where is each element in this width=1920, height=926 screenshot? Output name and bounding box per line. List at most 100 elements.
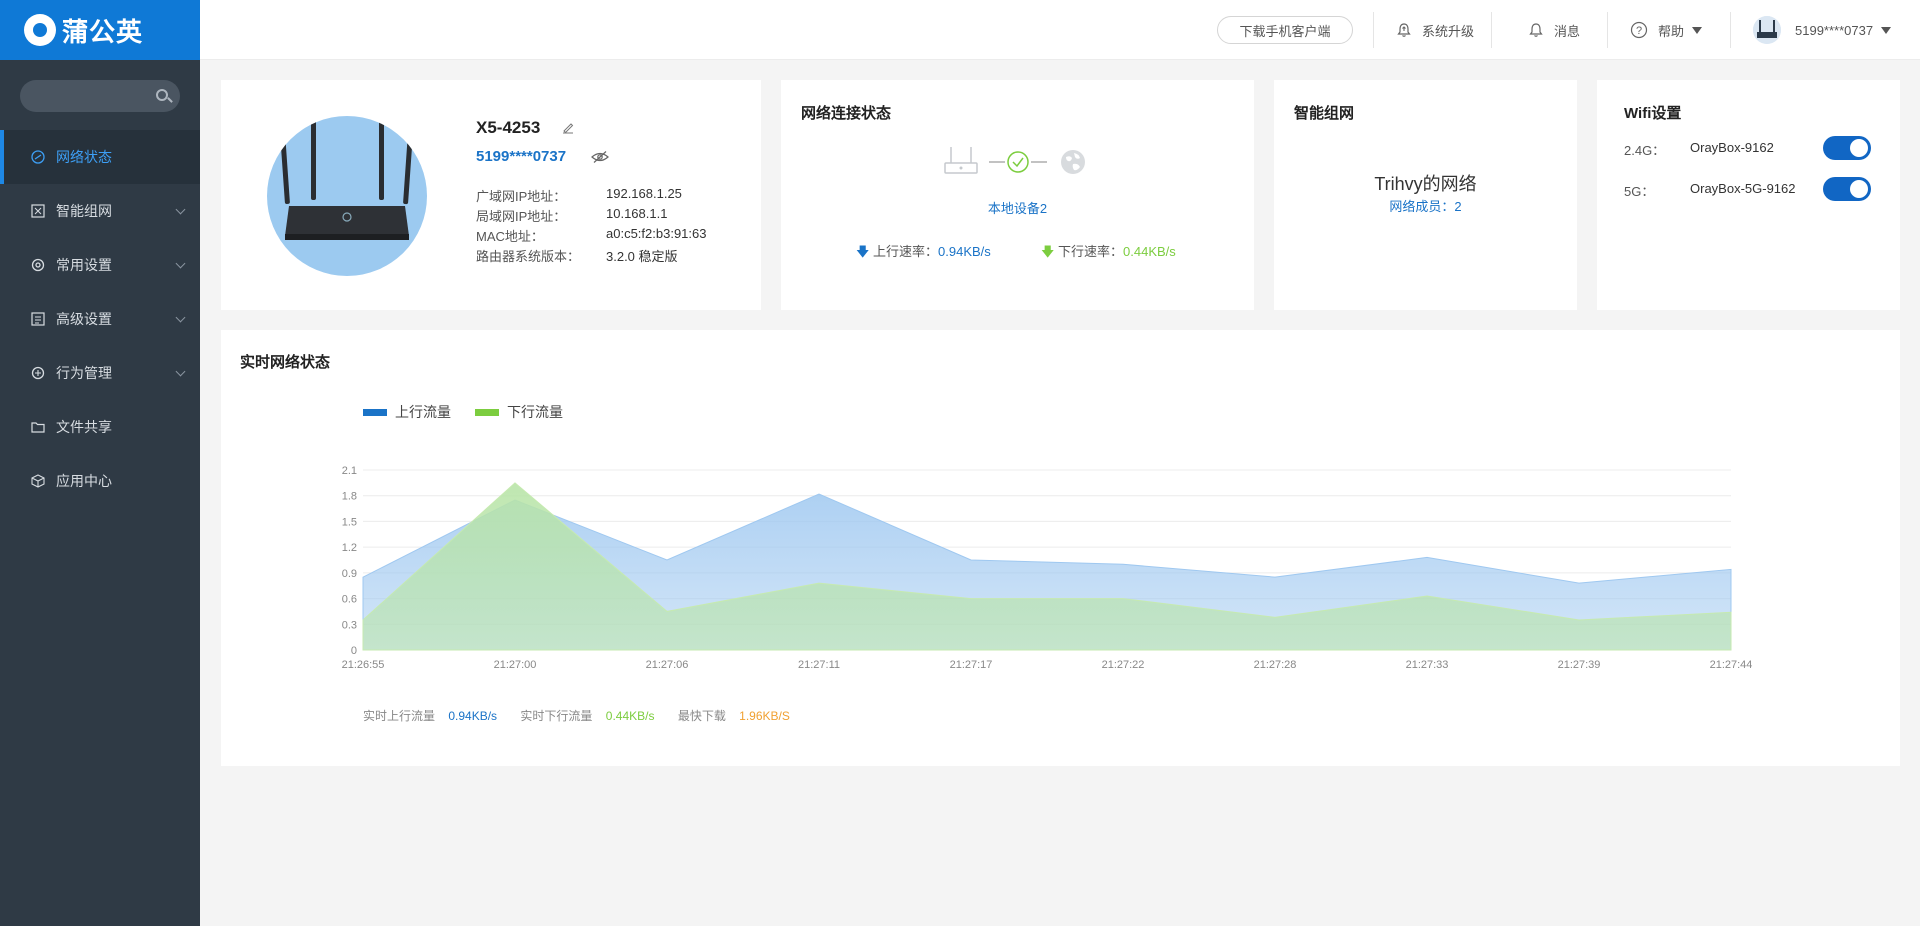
- local-devices-link[interactable]: 本地设备2: [781, 198, 1254, 217]
- card-title: 网络连接状态: [801, 105, 892, 122]
- sidebar-item-4[interactable]: 行为管理: [0, 346, 200, 400]
- globe-icon: [1061, 150, 1085, 174]
- help-icon: ?: [1630, 21, 1648, 39]
- gear-icon: [30, 257, 46, 273]
- y-tick-label: 0: [351, 645, 357, 657]
- info-value: 192.168.1.25: [606, 186, 682, 201]
- help-menu[interactable]: ? 帮助: [1630, 0, 1703, 60]
- router-device-icon: [944, 147, 978, 174]
- x-tick-label: 21:27:28: [1254, 659, 1297, 671]
- download-app-button[interactable]: 下载手机客户端: [1217, 16, 1353, 44]
- info-label: 路由器系统版本：: [476, 249, 581, 264]
- dandelion-logo-icon: [24, 14, 56, 46]
- wifi-band-label: 5G：: [1624, 184, 1655, 199]
- device-info-row: MAC地址： a0:c5:f2:b3:91:63: [476, 226, 706, 245]
- y-tick-label: 0.6: [342, 594, 357, 606]
- network-name: Trihvy的网络: [1374, 174, 1477, 194]
- device-info-row: 广域网IP地址： 192.168.1.25: [476, 186, 682, 205]
- download-speed-label: 下行速率：: [1058, 244, 1124, 259]
- sidebar-item-2[interactable]: 常用设置: [0, 238, 200, 292]
- card-title: Wifi设置: [1624, 105, 1682, 122]
- chevron-down-icon: [175, 366, 186, 377]
- info-value: 10.168.1.1: [606, 206, 668, 221]
- x-tick-label: 21:27:22: [1102, 659, 1145, 671]
- help-label: 帮助: [1658, 23, 1685, 39]
- wifi-toggle[interactable]: [1823, 177, 1871, 201]
- user-menu[interactable]: 5199****0737: [1753, 0, 1892, 60]
- sidebar-search: [20, 80, 180, 112]
- y-tick-label: 1.2: [342, 542, 357, 554]
- sidebar-item-3[interactable]: 高级设置: [0, 292, 200, 346]
- y-tick-label: 1.5: [342, 516, 357, 528]
- arrow-down-icon: 🡇: [1041, 244, 1055, 259]
- behavior-icon: [30, 365, 46, 381]
- traffic-area-chart: 0 0.3 0.6 0.9 1.2 1.5 1.8 2.1 21:26:55 21:27:00 21…: [342, 465, 1753, 671]
- chevron-down-icon: [175, 312, 186, 323]
- sidebar-item-1[interactable]: 智能组网: [0, 184, 200, 238]
- download-speed-value: 0.44KB/s: [1123, 244, 1176, 259]
- advanced-settings-icon: [30, 311, 46, 327]
- device-info-row: 路由器系统版本： 3.2.0 稳定版: [476, 246, 678, 265]
- divider: [1373, 12, 1374, 48]
- connected-check-icon: [989, 151, 1047, 173]
- footer-up-label: 实时上行流量: [363, 709, 436, 723]
- sidebar-item-label: 应用中心: [56, 473, 112, 489]
- x-tick-label: 21:27:17: [950, 659, 993, 671]
- wifi-ssid: OrayBox-5G-9162: [1690, 181, 1796, 196]
- network-status-icon: [30, 149, 46, 165]
- y-tick-label: 0.9: [342, 568, 357, 580]
- upload-speed-label: 上行速率：: [873, 244, 939, 259]
- info-label: MAC地址：: [476, 229, 544, 244]
- x-tick-label: 21:27:06: [646, 659, 689, 671]
- y-tick-label: 0.3: [342, 619, 357, 631]
- system-upgrade-button[interactable]: 系统升级: [1396, 0, 1474, 60]
- system-upgrade-label: 系统升级: [1422, 23, 1475, 39]
- upload-speed: 🡇 上行速率：0.94KB/s: [856, 241, 991, 265]
- router-image: [267, 116, 427, 276]
- divider: [1730, 12, 1731, 48]
- sidebar: 蒲公英 网络状态智能组网常用设置 高级设置 行为管理文件共享应用中心: [0, 0, 200, 926]
- messages-label: 消息: [1554, 23, 1581, 39]
- chevron-down-icon: [175, 204, 186, 215]
- footer-max-label: 最快下载: [677, 709, 726, 723]
- chevron-down-icon: [1692, 26, 1703, 34]
- y-tick-label: 1.8: [342, 491, 357, 503]
- x-tick-label: 21:27:44: [1710, 659, 1753, 671]
- network-members-link[interactable]: 网络成员：2: [1274, 196, 1577, 215]
- footer-down-value: 0.44KB/s: [605, 709, 655, 723]
- x-tick-label: 21:27:11: [798, 659, 840, 671]
- brand-name: 蒲公英: [62, 16, 144, 47]
- wifi-ssid: OrayBox-9162: [1690, 140, 1774, 155]
- sidebar-nav: 网络状态智能组网常用设置 高级设置 行为管理文件共享应用中心: [0, 130, 200, 508]
- x-tick-label: 21:27:39: [1558, 659, 1601, 671]
- sidebar-item-label: 文件共享: [56, 419, 112, 435]
- brand-logo[interactable]: 蒲公英: [0, 0, 200, 60]
- device-account: 5199****0737: [476, 148, 567, 165]
- sidebar-item-label: 智能组网: [56, 203, 112, 219]
- divider: [1491, 12, 1492, 48]
- messages-button[interactable]: 消息: [1528, 0, 1580, 60]
- y-tick-label: 2.1: [342, 465, 357, 477]
- wifi-toggle[interactable]: [1823, 136, 1871, 160]
- avatar: [1753, 16, 1781, 44]
- device-name: X5-4253: [476, 118, 541, 137]
- user-account-label: 5199****0737: [1795, 22, 1874, 38]
- hide-eye-icon[interactable]: [591, 150, 609, 164]
- edit-pencil-icon[interactable]: [561, 120, 575, 134]
- folder-icon: [30, 419, 46, 435]
- sidebar-item-6[interactable]: 应用中心: [0, 454, 200, 508]
- upgrade-bell-icon: [1397, 23, 1411, 37]
- sidebar-item-label: 网络状态: [56, 149, 112, 165]
- footer-max-value: 1.96KB/S: [739, 709, 790, 723]
- upload-speed-value: 0.94KB/s: [938, 244, 991, 259]
- wifi-settings-card: Wifi设置 2.4G： OrayBox-9162 5G： OrayBox-5G-91…: [1597, 80, 1900, 310]
- sidebar-item-0[interactable]: 网络状态: [0, 130, 200, 184]
- sidebar-item-5[interactable]: 文件共享: [0, 400, 200, 454]
- connection-status-card: 网络连接状态 本地设备2 🡇 上行速率：0.94KB/s 🡇 下行速率：0.44…: [781, 80, 1254, 310]
- wifi-band-label: 2.4G：: [1624, 143, 1666, 158]
- search-icon[interactable]: [156, 89, 168, 101]
- footer-down-label: 实时下行流量: [520, 709, 593, 723]
- x-tick-label: 21:27:33: [1406, 659, 1449, 671]
- divider: [1607, 12, 1608, 48]
- chevron-down-icon: [1881, 26, 1892, 34]
